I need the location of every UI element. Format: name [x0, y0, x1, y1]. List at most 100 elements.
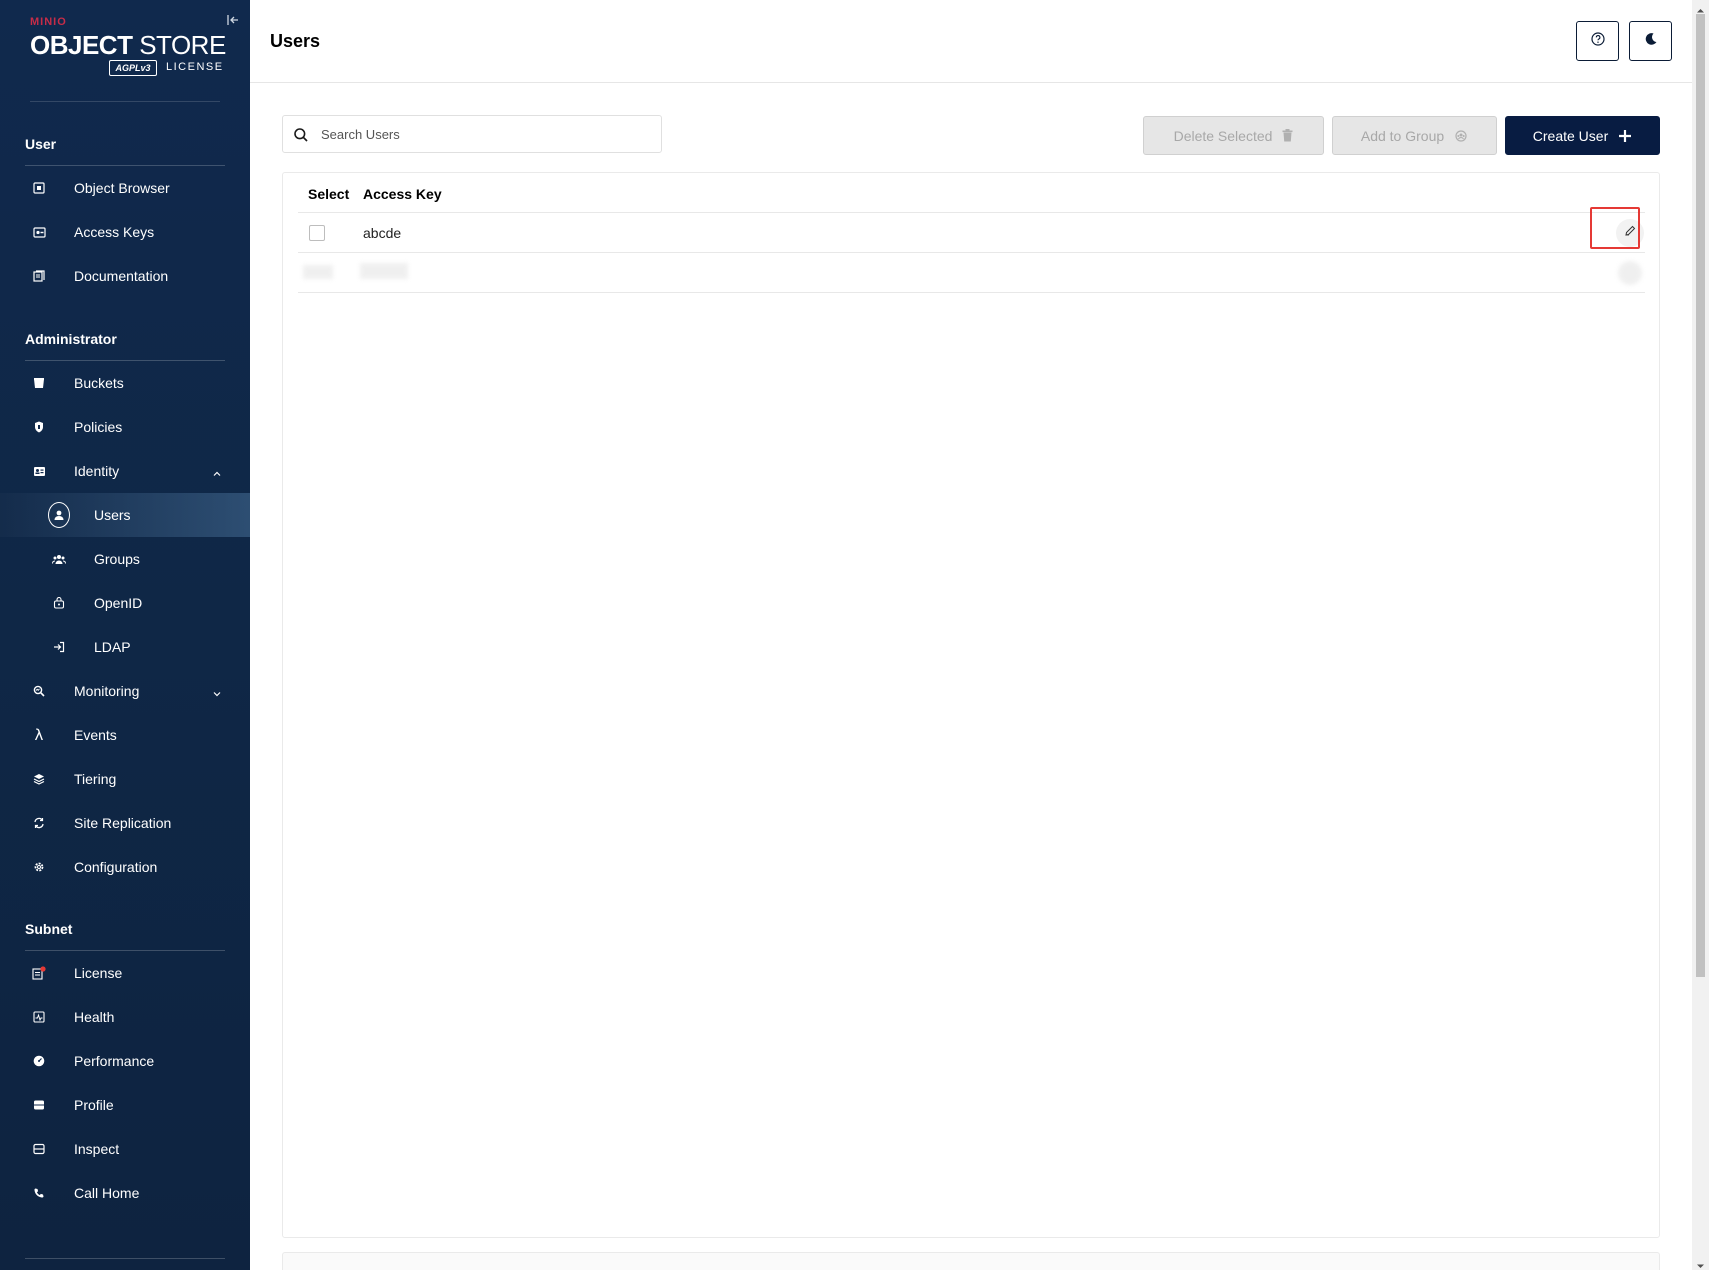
phone-icon	[28, 1182, 50, 1204]
sidebar-item-label: OpenID	[94, 595, 143, 611]
sidebar-item-label: Policies	[74, 419, 123, 435]
sidebar-item-label: Buckets	[74, 375, 124, 391]
main-content: Users Delete Selected Add to Group Creat…	[250, 0, 1692, 1270]
sidebar-item-label: Events	[74, 727, 117, 743]
sidebar-item-label: Object Browser	[74, 180, 170, 196]
section-title-administrator: Administrator	[25, 331, 117, 347]
logo-product: OBJECT STORE	[30, 30, 226, 60]
lambda-icon: λ	[34, 726, 44, 744]
identity-icon	[28, 460, 50, 482]
page-header: Users	[250, 0, 1692, 83]
sidebar-item-access-keys[interactable]: Access Keys	[0, 210, 250, 254]
sidebar-item-openid[interactable]: OpenID	[0, 581, 250, 625]
delete-selected-label: Delete Selected	[1173, 127, 1273, 144]
table-header-row: Select Access Key	[298, 173, 1645, 213]
sidebar-item-label: Health	[74, 1009, 115, 1025]
vertical-scrollbar[interactable]	[1692, 0, 1709, 1270]
column-header-access-key[interactable]: Access Key	[363, 186, 442, 202]
table-row[interactable]: abcde	[298, 213, 1645, 253]
sidebar-item-site-replication[interactable]: Site Replication	[0, 801, 250, 845]
table-row-loading	[298, 253, 1645, 293]
delete-selected-button[interactable]: Delete Selected	[1143, 116, 1324, 155]
policies-icon	[28, 416, 50, 438]
bottom-panel	[282, 1252, 1660, 1270]
license-badge: AGPLv3	[109, 60, 157, 76]
search-field[interactable]	[282, 115, 662, 153]
users-table: Select Access Key abcde	[282, 172, 1660, 1238]
create-user-button[interactable]: Create User	[1505, 116, 1660, 155]
create-user-label: Create User	[1532, 127, 1609, 144]
sidebar-item-inspect[interactable]: Inspect	[0, 1127, 250, 1171]
sidebar-item-configuration[interactable]: Configuration	[0, 845, 250, 889]
row-select-checkbox[interactable]	[309, 225, 325, 241]
placeholder-block	[1618, 261, 1642, 285]
sidebar-item-users[interactable]: Users	[0, 493, 250, 537]
section-title-user: User	[25, 136, 57, 152]
dark-mode-button[interactable]	[1629, 21, 1672, 61]
sidebar: MINIO OBJECT STORE AGPLv3 LICENSE User O…	[0, 0, 250, 1270]
trash-icon	[1282, 129, 1293, 142]
sidebar-item-groups[interactable]: Groups	[0, 537, 250, 581]
sidebar-item-label: Access Keys	[74, 224, 155, 240]
scrollbar-thumb[interactable]	[1696, 14, 1705, 977]
sidebar-item-label: License	[74, 965, 123, 981]
sidebar-item-documentation[interactable]: Documentation	[0, 254, 250, 298]
sidebar-item-label: Configuration	[74, 859, 158, 875]
sidebar-item-profile[interactable]: Profile	[0, 1083, 250, 1127]
inspect-icon	[28, 1138, 50, 1160]
group-add-icon	[1454, 129, 1468, 142]
plus-icon	[1618, 129, 1632, 143]
minio-logo[interactable]: MINIO OBJECT STORE AGPLv3 LICENSE	[30, 16, 230, 78]
sidebar-item-events[interactable]: λ Events	[0, 713, 250, 757]
access-key-cell: abcde	[363, 225, 402, 241]
openid-icon	[48, 592, 70, 614]
divider	[30, 101, 220, 102]
chevron-up-icon	[212, 466, 222, 476]
sidebar-item-object-browser[interactable]: Object Browser	[0, 166, 250, 210]
groups-icon	[48, 548, 70, 570]
sidebar-item-label: Inspect	[74, 1141, 120, 1157]
sidebar-item-label: Users	[94, 507, 131, 523]
sidebar-item-tiering[interactable]: Tiering	[0, 757, 250, 801]
page-title: Users	[270, 31, 321, 51]
sidebar-item-label: Tiering	[74, 771, 117, 787]
placeholder-block	[303, 265, 333, 279]
divider	[25, 1258, 225, 1259]
sidebar-item-label: Groups	[94, 551, 140, 567]
sidebar-item-ldap[interactable]: LDAP	[0, 625, 250, 669]
sidebar-item-policies[interactable]: Policies	[0, 405, 250, 449]
help-button[interactable]	[1576, 21, 1619, 61]
sidebar-item-label: LDAP	[94, 639, 131, 655]
scroll-down-arrow-icon[interactable]	[1696, 1258, 1705, 1268]
sidebar-item-performance[interactable]: Performance	[0, 1039, 250, 1083]
add-to-group-label: Add to Group	[1360, 127, 1445, 144]
sidebar-item-label: Performance	[74, 1053, 155, 1069]
sidebar-item-identity[interactable]: Identity	[0, 449, 250, 493]
sidebar-item-monitoring[interactable]: Monitoring	[0, 669, 250, 713]
license-icon	[28, 962, 50, 984]
section-title-subnet: Subnet	[25, 921, 73, 937]
sidebar-item-label: Identity	[74, 463, 120, 479]
moon-icon	[1644, 32, 1658, 51]
documentation-icon	[28, 265, 50, 287]
sidebar-item-call-home[interactable]: Call Home	[0, 1171, 250, 1215]
logo-license: LICENSE	[166, 61, 224, 73]
sidebar-item-buckets[interactable]: Buckets	[0, 361, 250, 405]
add-to-group-button[interactable]: Add to Group	[1332, 116, 1497, 155]
sidebar-item-license[interactable]: License	[0, 951, 250, 995]
gear-icon	[28, 856, 50, 878]
performance-icon	[28, 1050, 50, 1072]
search-icon	[293, 127, 309, 143]
users-icon	[48, 502, 70, 528]
sidebar-item-health[interactable]: Health	[0, 995, 250, 1039]
ldap-icon	[48, 636, 70, 658]
site-replication-icon	[28, 812, 50, 834]
column-header-select: Select	[308, 186, 350, 202]
object-browser-icon	[28, 177, 50, 199]
search-input[interactable]	[321, 124, 651, 144]
tiering-icon	[28, 768, 50, 790]
sidebar-item-label: Documentation	[74, 268, 169, 284]
scroll-up-arrow-icon[interactable]	[1696, 2, 1705, 13]
highlight-box	[1590, 207, 1640, 249]
help-icon	[1590, 31, 1605, 51]
